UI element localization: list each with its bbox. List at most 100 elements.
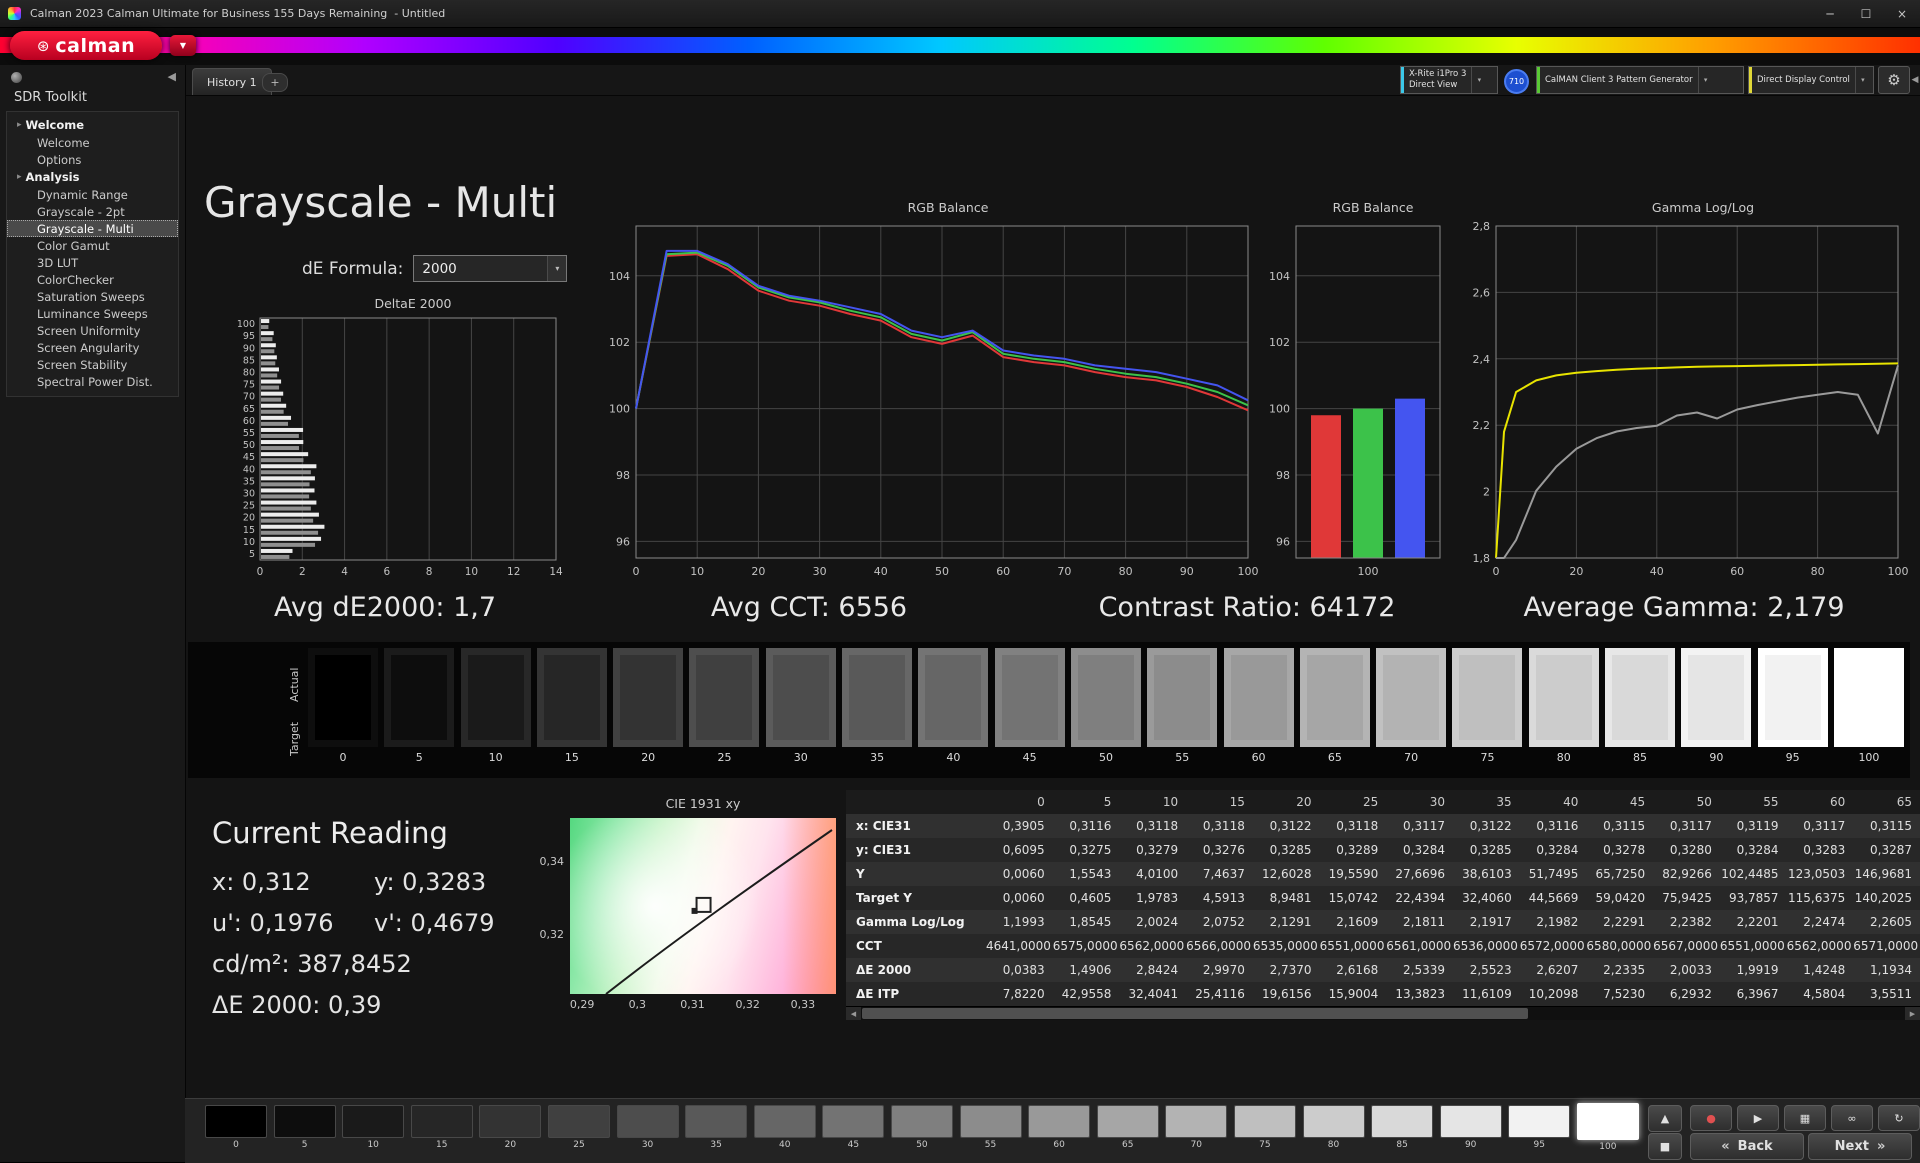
pattern-patch-100[interactable] <box>1577 1103 1639 1140</box>
sidebar-item-screen-angularity[interactable]: Screen Angularity <box>7 339 178 356</box>
tab-label: History 1 <box>207 76 257 89</box>
tree-section-analysis[interactable]: ▸Analysis <box>7 168 178 186</box>
table-cell: 6572,0000 <box>1520 934 1587 958</box>
add-tab-button[interactable]: + <box>262 73 288 92</box>
sidebar-item-screen-stability[interactable]: Screen Stability <box>7 356 178 373</box>
de-formula-select[interactable]: 2000 ▾ <box>413 255 567 282</box>
maximize-button[interactable]: ☐ <box>1848 0 1884 27</box>
swatch-level-label: 90 <box>1709 751 1723 764</box>
table-scrollbar[interactable]: ◀ ▶ <box>846 1006 1920 1020</box>
pattern-patch-60[interactable] <box>1028 1105 1090 1138</box>
loop-button[interactable]: ∞ <box>1831 1105 1873 1131</box>
table-corner <box>846 790 986 814</box>
scroll-left-button[interactable]: ◀ <box>846 1007 861 1020</box>
next-button[interactable]: Next » <box>1808 1133 1912 1160</box>
minimize-button[interactable]: ─ <box>1812 0 1848 27</box>
patch-level-label: 85 <box>1396 1140 1407 1150</box>
patch-cell: 100 <box>1577 1105 1639 1152</box>
svg-text:2: 2 <box>1483 486 1490 499</box>
cie-y-tick: 0,32 <box>530 928 564 941</box>
pattern-patch-20[interactable] <box>479 1105 541 1138</box>
sidebar-item-dynamic-range[interactable]: Dynamic Range <box>7 186 178 203</box>
stop-icon: ■ <box>1660 1140 1670 1153</box>
actual-swatch <box>773 655 829 740</box>
sidebar-item-screen-uniformity[interactable]: Screen Uniformity <box>7 322 178 339</box>
sidebar-item-luminance-sweeps[interactable]: Luminance Sweeps <box>7 305 178 322</box>
pattern-patch-45[interactable] <box>822 1105 884 1138</box>
stop-button[interactable]: ■ <box>1648 1133 1682 1160</box>
settings-button[interactable]: ⚙ <box>1878 66 1910 94</box>
table-cell: 2,1917 <box>1453 910 1520 934</box>
refresh-button[interactable]: ↻ <box>1878 1105 1920 1131</box>
meter-status-badge: 710 <box>1504 69 1529 94</box>
sidebar-item-welcome[interactable]: Welcome <box>7 134 178 151</box>
pattern-patch-35[interactable] <box>685 1105 747 1138</box>
svg-text:15: 15 <box>243 525 255 536</box>
tab-history-1[interactable]: History 1 <box>192 68 272 95</box>
patch-cell: 40 <box>754 1105 816 1152</box>
calman-logo[interactable]: ⊛ calman <box>10 31 162 60</box>
table-cell: 6551,0000 <box>1720 934 1787 958</box>
patch-level-label: 25 <box>573 1140 584 1150</box>
collapse-sidebar-button[interactable]: ◀ <box>168 70 176 83</box>
scrollbar-thumb[interactable] <box>862 1008 1528 1019</box>
svg-text:80: 80 <box>1811 565 1825 578</box>
table-col-header: 45 <box>1586 790 1653 814</box>
pattern-patch-70[interactable] <box>1165 1105 1227 1138</box>
sidebar-item-3d-lut[interactable]: 3D LUT <box>7 254 178 271</box>
close-button[interactable]: × <box>1884 0 1920 27</box>
pattern-patch-65[interactable] <box>1097 1105 1159 1138</box>
gamma-chart-title: Gamma Log/Log <box>1458 200 1910 218</box>
table-cell: 0,3117 <box>1386 814 1453 838</box>
sidebar-item-grayscale-2pt[interactable]: Grayscale - 2pt <box>7 203 178 220</box>
pattern-patch-25[interactable] <box>548 1105 610 1138</box>
pattern-patch-90[interactable] <box>1440 1105 1502 1138</box>
sidebar-item-grayscale-multi[interactable]: Grayscale - Multi <box>7 220 178 237</box>
pattern-patch-30[interactable] <box>617 1105 679 1138</box>
sidebar-item-saturation-sweeps[interactable]: Saturation Sweeps <box>7 288 178 305</box>
collapse-devices-button[interactable]: ◀ <box>1910 71 1920 89</box>
cie-x-tick: 0,31 <box>675 998 711 1011</box>
patch-cell: 10 <box>342 1105 404 1152</box>
pattern-patch-75[interactable] <box>1234 1105 1296 1138</box>
logo-dropdown-button[interactable]: ▼ <box>170 35 196 56</box>
deltae-chart-title: DeltaE 2000 <box>220 296 566 314</box>
sidebar-item-color-gamut[interactable]: Color Gamut <box>7 237 178 254</box>
eject-button[interactable]: ▲ <box>1648 1105 1682 1132</box>
tree-section-welcome[interactable]: ▸Welcome <box>7 116 178 134</box>
cie-x-tick: 0,29 <box>564 998 600 1011</box>
svg-text:45: 45 <box>243 452 255 463</box>
sidebar-item-colorchecker[interactable]: ColorChecker <box>7 271 178 288</box>
sidebar-item-options[interactable]: Options <box>7 151 178 168</box>
pattern-generator-dropdown[interactable]: CalMAN Client 3 Pattern Generator ▾ <box>1536 66 1744 94</box>
pattern-patch-5[interactable] <box>274 1105 336 1138</box>
current-reading-title: Current Reading <box>212 816 552 850</box>
save-button[interactable]: ▦ <box>1784 1105 1826 1131</box>
play-button[interactable]: ▶ <box>1737 1105 1779 1131</box>
pattern-patch-10[interactable] <box>342 1105 404 1138</box>
panel-menu-button[interactable] <box>11 72 22 83</box>
table-cell: 2,2201 <box>1720 910 1787 934</box>
swatch-level-label: 0 <box>340 751 347 764</box>
pattern-patch-85[interactable] <box>1371 1105 1433 1138</box>
pattern-patch-50[interactable] <box>891 1105 953 1138</box>
scroll-right-button[interactable]: ▶ <box>1905 1007 1920 1020</box>
actual-swatch <box>1154 655 1210 740</box>
back-button[interactable]: « Back <box>1690 1133 1804 1160</box>
pattern-patch-80[interactable] <box>1303 1105 1365 1138</box>
pattern-patch-40[interactable] <box>754 1105 816 1138</box>
pattern-patch-55[interactable] <box>960 1105 1022 1138</box>
record-button[interactable]: ● <box>1690 1105 1732 1131</box>
svg-text:55: 55 <box>243 428 255 439</box>
rainbow-gradient <box>0 37 1920 53</box>
display-control-dropdown[interactable]: Direct Display Control ▾ <box>1748 66 1874 94</box>
pattern-patch-95[interactable] <box>1508 1105 1570 1138</box>
table-cell: 0,3115 <box>1853 814 1920 838</box>
next-label: Next <box>1835 1139 1869 1154</box>
sidebar-item-spectral-power-dist[interactable]: Spectral Power Dist. <box>7 373 178 390</box>
pattern-patch-15[interactable] <box>411 1105 473 1138</box>
actual-swatch <box>1841 655 1897 740</box>
meter-dropdown[interactable]: X-Rite i1Pro 3 Direct View ▾ <box>1400 66 1498 94</box>
pattern-patch-0[interactable] <box>205 1105 267 1138</box>
table-cell: 1,8545 <box>1053 910 1120 934</box>
